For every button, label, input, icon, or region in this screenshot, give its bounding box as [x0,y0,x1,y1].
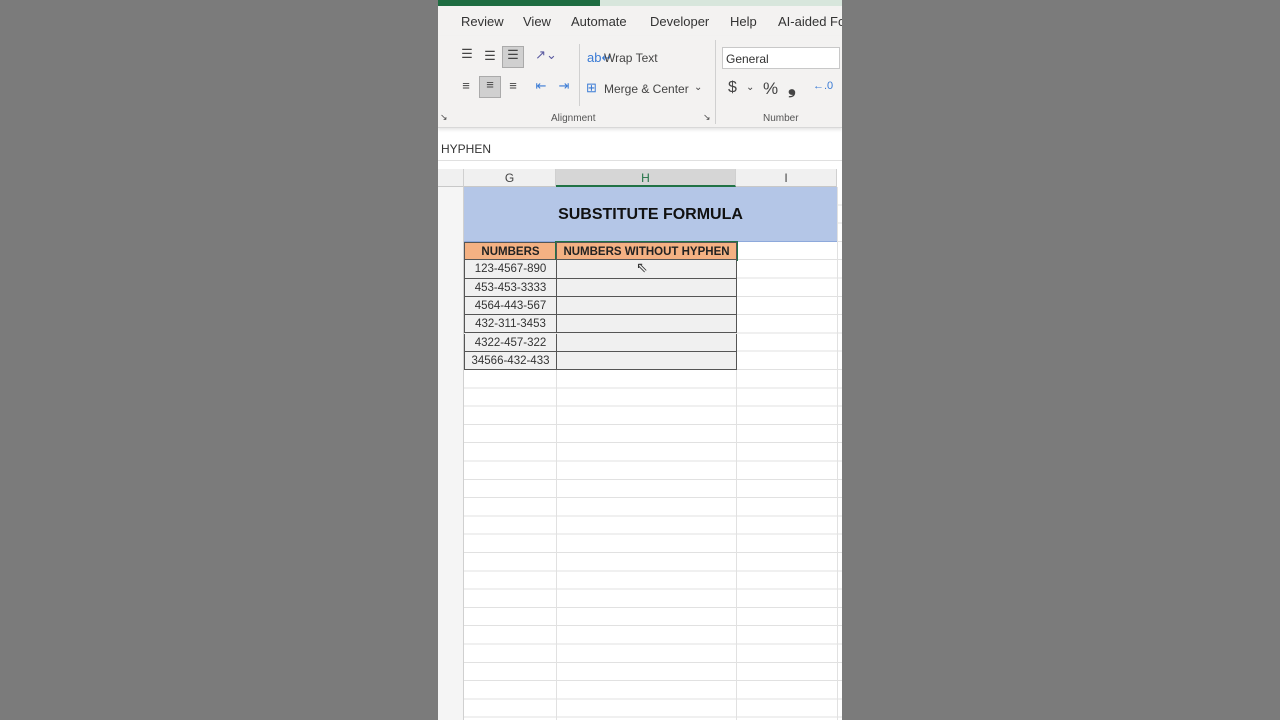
currency-button[interactable]: $ [728,79,737,97]
comma-style-button[interactable]: ❟ [788,76,796,99]
sheet-title[interactable]: SUBSTITUTE FORMULA [464,187,837,242]
tab-ai-aided[interactable]: AI-aided Fo [778,14,842,29]
result-cell[interactable] [556,278,737,297]
orientation-icon[interactable]: ↗⌄ [532,47,560,63]
excel-window: Review View Automate Developer Help AI-a… [438,0,842,720]
chevron-down-icon[interactable]: ⌄ [694,82,702,93]
row-headers [438,187,464,720]
merge-center-icon: ⊞ [586,80,597,95]
tab-review[interactable]: Review [461,14,504,29]
alignment-group-label: Alignment [551,113,596,124]
alignment-dialog-launcher-icon[interactable]: ↘ [703,112,711,123]
mouse-cursor-icon: ⇖ [636,259,648,275]
decrease-indent-icon[interactable]: ⇤ [532,78,550,94]
dialog-launcher-icon[interactable]: ↘ [440,112,448,123]
number-cell[interactable]: 4322-457-322 [464,333,557,352]
wrap-text-button[interactable]: Wrap Text [604,51,658,65]
header-numbers[interactable]: NUMBERS [464,242,557,261]
ribbon-tabs: Review View Automate Developer Help AI-a… [438,6,842,36]
tab-help[interactable]: Help [730,14,757,29]
number-cell[interactable]: 34566-432-433 [464,351,557,371]
increase-indent-icon[interactable]: ⇥ [555,78,573,94]
number-cell[interactable]: 4564-443-567 [464,296,557,316]
select-all[interactable] [438,169,464,187]
tab-developer[interactable]: Developer [650,14,709,29]
bottom-align-icon[interactable]: ☰ [502,46,524,68]
result-cell[interactable] [556,333,737,352]
tab-view[interactable]: View [523,14,551,29]
spreadsheet-grid[interactable]: SUBSTITUTE FORMULA NUMBERS NUMBERS WITHO… [438,187,842,720]
formula-bar[interactable]: HYPHEN [438,137,842,161]
result-cell[interactable] [556,296,737,316]
increase-decimal-icon[interactable]: ←.0 [813,80,833,92]
currency-chevron-icon[interactable]: ⌄ [746,82,754,93]
number-format-dropdown[interactable]: General [722,47,840,69]
ribbon: ☰ ☰ ☰ ↗⌄ ≡ ≡ ≡ ⇤ ⇥ ab↵ Wrap Text ⊞ Merge… [438,36,842,128]
number-cell[interactable]: 453-453-3333 [464,278,557,297]
align-right-icon[interactable]: ≡ [504,78,522,93]
number-cell[interactable]: 432-311-3453 [464,315,557,334]
percent-button[interactable]: % [763,79,778,99]
middle-align-icon[interactable]: ☰ [481,48,499,64]
column-header-g[interactable]: G [464,169,556,187]
result-cell[interactable] [556,351,737,371]
column-header-h[interactable]: H [556,169,736,187]
tab-automate[interactable]: Automate [571,14,627,29]
result-cell[interactable] [556,315,737,334]
number-cell[interactable]: 123-4567-890 [464,260,557,279]
column-header-i[interactable]: I [736,169,837,187]
header-numbers-without-hyphen[interactable]: NUMBERS WITHOUT HYPHEN [555,240,738,262]
align-center-icon[interactable]: ≡ [479,76,501,98]
top-align-icon[interactable]: ☰ [458,46,476,62]
align-left-icon[interactable]: ≡ [457,78,475,93]
number-group-label: Number [763,113,799,124]
merge-center-button[interactable]: Merge & Center [604,82,689,96]
